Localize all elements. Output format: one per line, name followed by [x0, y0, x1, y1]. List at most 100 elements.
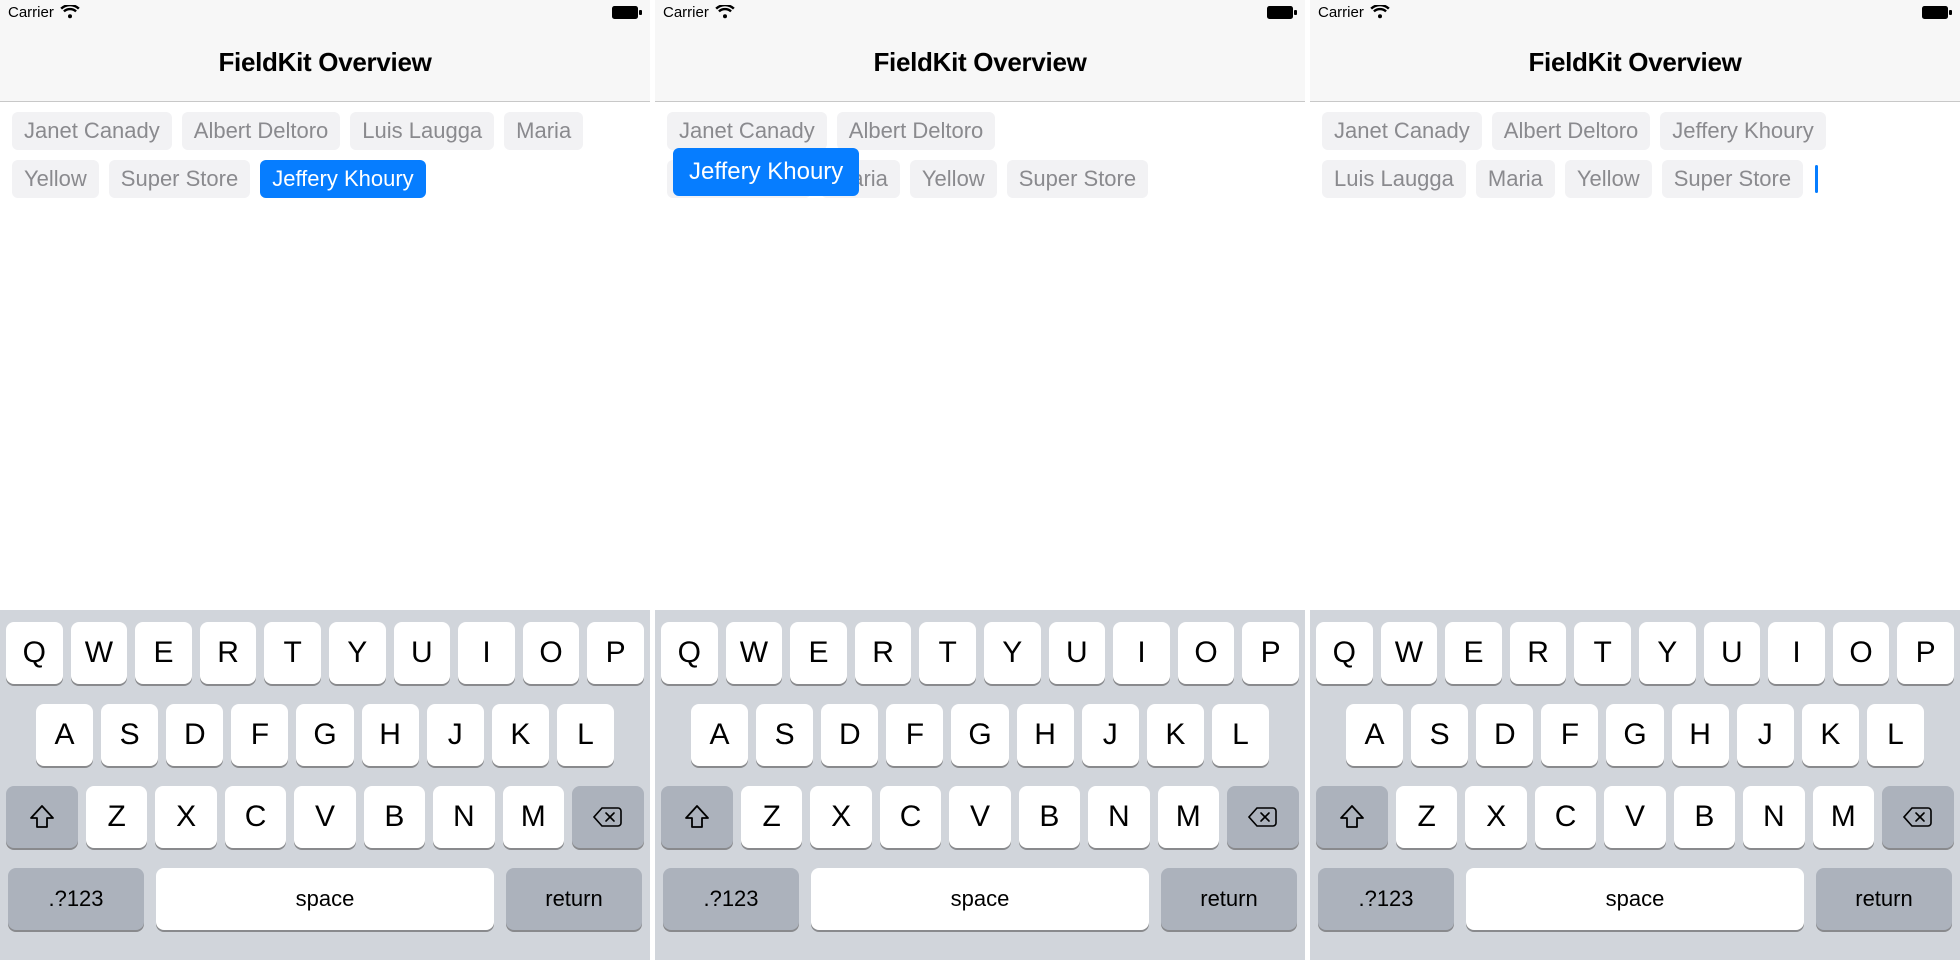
key-m[interactable]: M	[1158, 786, 1219, 848]
key-f[interactable]: F	[231, 704, 288, 766]
key-f[interactable]: F	[1541, 704, 1598, 766]
key-u[interactable]: U	[1049, 622, 1106, 684]
token[interactable]: Super Store	[109, 160, 250, 198]
key-backspace[interactable]	[1882, 786, 1954, 848]
key-t[interactable]: T	[264, 622, 321, 684]
key-e[interactable]: E	[135, 622, 192, 684]
token[interactable]: Luis Laugga	[1322, 160, 1466, 198]
key-s[interactable]: S	[1411, 704, 1468, 766]
key-space[interactable]: space	[1466, 868, 1804, 930]
key-y[interactable]: Y	[984, 622, 1041, 684]
key-b[interactable]: B	[1674, 786, 1735, 848]
key-q[interactable]: Q	[6, 622, 63, 684]
token[interactable]: Maria	[1476, 160, 1555, 198]
key-z[interactable]: Z	[741, 786, 802, 848]
key-r[interactable]: R	[200, 622, 257, 684]
key-n[interactable]: N	[1088, 786, 1149, 848]
key-k[interactable]: K	[492, 704, 549, 766]
key-numbers[interactable]: .?123	[8, 868, 144, 930]
key-n[interactable]: N	[1743, 786, 1804, 848]
key-v[interactable]: V	[294, 786, 355, 848]
key-q[interactable]: Q	[1316, 622, 1373, 684]
key-p[interactable]: P	[587, 622, 644, 684]
key-p[interactable]: P	[1242, 622, 1299, 684]
key-space[interactable]: space	[156, 868, 494, 930]
key-g[interactable]: G	[1606, 704, 1663, 766]
token-dragging[interactable]: Jeffery Khoury	[673, 148, 859, 196]
token[interactable]: Janet Canady	[667, 112, 827, 150]
token[interactable]: Maria	[504, 112, 583, 150]
key-o[interactable]: O	[1833, 622, 1890, 684]
key-u[interactable]: U	[1704, 622, 1761, 684]
key-b[interactable]: B	[1019, 786, 1080, 848]
key-j[interactable]: J	[1737, 704, 1794, 766]
token-field[interactable]: Janet Canady Albert Deltoro Jeffery Khou…	[1322, 112, 1948, 198]
key-c[interactable]: C	[225, 786, 286, 848]
key-x[interactable]: X	[810, 786, 871, 848]
key-b[interactable]: B	[364, 786, 425, 848]
key-x[interactable]: X	[155, 786, 216, 848]
token-field[interactable]: Janet Canady Albert Deltoro Luis Laugga …	[12, 112, 638, 198]
key-w[interactable]: W	[726, 622, 783, 684]
token[interactable]: Luis Laugga	[350, 112, 494, 150]
key-d[interactable]: D	[166, 704, 223, 766]
keyboard[interactable]: Q W E R T Y U I O P A S D F G H J K L	[0, 610, 650, 960]
token-field-area[interactable]: Janet Canady Albert Deltoro Jeffery Khou…	[1310, 102, 1960, 610]
key-h[interactable]: H	[1017, 704, 1074, 766]
key-j[interactable]: J	[1082, 704, 1139, 766]
key-t[interactable]: T	[919, 622, 976, 684]
key-l[interactable]: L	[557, 704, 614, 766]
token[interactable]: Janet Canady	[12, 112, 172, 150]
token[interactable]: Yellow	[910, 160, 997, 198]
key-backspace[interactable]	[572, 786, 644, 848]
key-c[interactable]: C	[880, 786, 941, 848]
key-z[interactable]: Z	[86, 786, 147, 848]
key-return[interactable]: return	[506, 868, 642, 930]
key-o[interactable]: O	[523, 622, 580, 684]
key-l[interactable]: L	[1212, 704, 1269, 766]
key-k[interactable]: K	[1802, 704, 1859, 766]
token[interactable]: Yellow	[12, 160, 99, 198]
key-x[interactable]: X	[1465, 786, 1526, 848]
key-m[interactable]: M	[503, 786, 564, 848]
key-i[interactable]: I	[1113, 622, 1170, 684]
key-v[interactable]: V	[949, 786, 1010, 848]
key-k[interactable]: K	[1147, 704, 1204, 766]
key-space[interactable]: space	[811, 868, 1149, 930]
key-a[interactable]: A	[691, 704, 748, 766]
key-return[interactable]: return	[1816, 868, 1952, 930]
key-w[interactable]: W	[1381, 622, 1438, 684]
key-a[interactable]: A	[1346, 704, 1403, 766]
key-y[interactable]: Y	[1639, 622, 1696, 684]
key-r[interactable]: R	[1510, 622, 1567, 684]
token[interactable]: Super Store	[1007, 160, 1148, 198]
key-return[interactable]: return	[1161, 868, 1297, 930]
token-selected[interactable]: Jeffery Khoury	[260, 160, 425, 198]
key-numbers[interactable]: .?123	[663, 868, 799, 930]
token[interactable]: Jeffery Khoury	[1660, 112, 1825, 150]
token[interactable]: Albert Deltoro	[182, 112, 341, 150]
token[interactable]: Albert Deltoro	[1492, 112, 1651, 150]
key-r[interactable]: R	[855, 622, 912, 684]
key-w[interactable]: W	[71, 622, 128, 684]
key-l[interactable]: L	[1867, 704, 1924, 766]
key-shift[interactable]	[6, 786, 78, 848]
key-g[interactable]: G	[951, 704, 1008, 766]
key-c[interactable]: C	[1535, 786, 1596, 848]
key-q[interactable]: Q	[661, 622, 718, 684]
keyboard[interactable]: Q W E R T Y U I O P A S D F G H J K L	[655, 610, 1305, 960]
token[interactable]: Yellow	[1565, 160, 1652, 198]
key-shift[interactable]	[1316, 786, 1388, 848]
token[interactable]: Albert Deltoro	[837, 112, 996, 150]
key-numbers[interactable]: .?123	[1318, 868, 1454, 930]
key-j[interactable]: J	[427, 704, 484, 766]
token[interactable]: Janet Canady	[1322, 112, 1482, 150]
key-i[interactable]: I	[1768, 622, 1825, 684]
key-m[interactable]: M	[1813, 786, 1874, 848]
key-g[interactable]: G	[296, 704, 353, 766]
key-p[interactable]: P	[1897, 622, 1954, 684]
key-f[interactable]: F	[886, 704, 943, 766]
key-s[interactable]: S	[101, 704, 158, 766]
key-a[interactable]: A	[36, 704, 93, 766]
key-u[interactable]: U	[394, 622, 451, 684]
